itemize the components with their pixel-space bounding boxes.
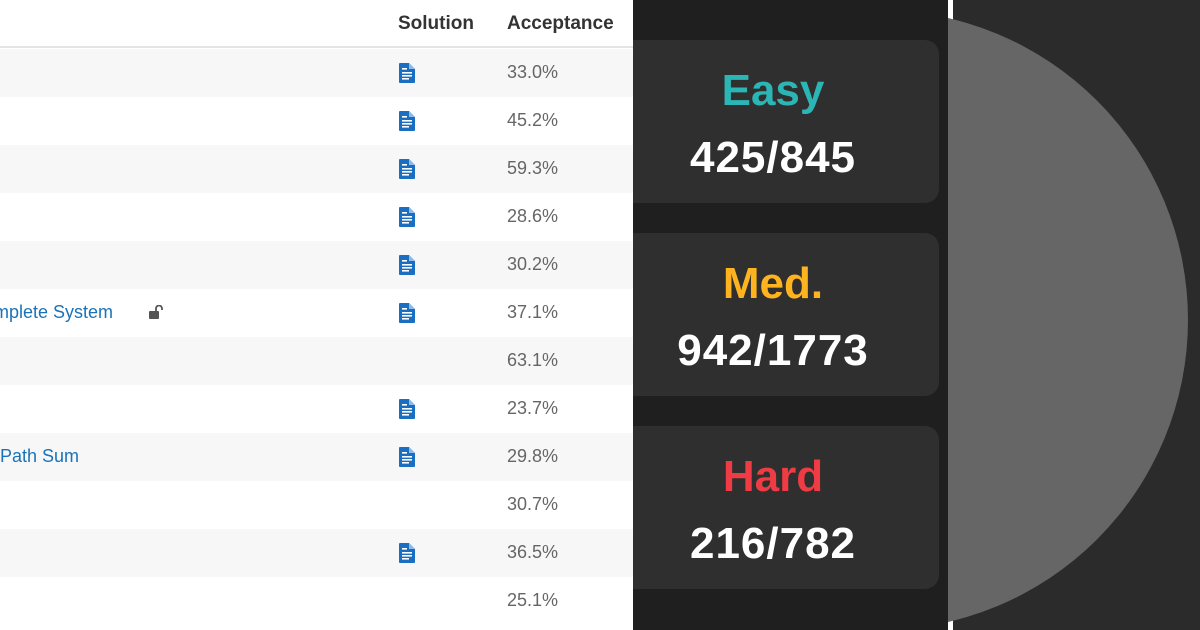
problem-title-link[interactable]: mplete System bbox=[0, 302, 113, 323]
acceptance-rate: 30.2% bbox=[507, 254, 559, 274]
table-row[interactable]: 45.2% bbox=[0, 97, 633, 145]
solution-doc-icon[interactable] bbox=[399, 447, 415, 467]
acceptance-rate: 59.3% bbox=[507, 158, 559, 178]
acceptance-rate: 33.0% bbox=[507, 62, 559, 82]
problem-title-link[interactable]: Path Sum bbox=[0, 446, 79, 467]
solution-doc-icon[interactable] bbox=[399, 207, 415, 227]
solution-doc-icon[interactable] bbox=[399, 303, 415, 323]
acceptance-rate: 45.2% bbox=[507, 110, 559, 130]
acceptance-rate: 25.1% bbox=[507, 590, 559, 610]
hard-label: Hard bbox=[722, 452, 824, 501]
acceptance-rate: 23.7% bbox=[507, 398, 559, 418]
difficulty-stats: Easy 425/845 Med. 942/1773 Hard 216/782 bbox=[633, 0, 948, 630]
table-row[interactable]: 30.2% bbox=[0, 241, 633, 289]
acceptance-rate: 36.5% bbox=[507, 542, 559, 562]
progress-ring bbox=[948, 18, 1188, 622]
solution-doc-icon[interactable] bbox=[399, 111, 415, 131]
progress-ring-disc bbox=[948, 18, 1188, 622]
table-row[interactable]: 59.3% bbox=[0, 145, 633, 193]
easy-card: Easy 425/845 bbox=[633, 40, 939, 203]
unlock-icon bbox=[149, 305, 163, 319]
easy-count: 425/845 bbox=[689, 133, 857, 182]
acceptance-rate: 37.1% bbox=[507, 302, 559, 322]
solution-doc-icon[interactable] bbox=[399, 399, 415, 419]
acceptance-rate: 63.1% bbox=[507, 350, 559, 370]
table-row[interactable]: 25.1% bbox=[0, 577, 633, 625]
solution-doc-icon[interactable] bbox=[399, 543, 415, 563]
table-row[interactable]: mplete System 37.1% bbox=[0, 289, 633, 337]
hard-card: Hard 216/782 bbox=[633, 426, 939, 589]
table-header: Solution Acceptance bbox=[0, 0, 633, 48]
table-row[interactable]: 23.7% bbox=[0, 385, 633, 433]
progress-ring-panel bbox=[948, 0, 1200, 630]
table-row[interactable]: 30.7% bbox=[0, 481, 633, 529]
table-row[interactable]: Path Sum 29.8% bbox=[0, 433, 633, 481]
easy-label: Easy bbox=[721, 66, 825, 115]
table-row[interactable]: 28.6% bbox=[0, 193, 633, 241]
acceptance-rate: 28.6% bbox=[507, 206, 559, 226]
table-row[interactable]: 33.0% bbox=[0, 49, 633, 97]
solution-doc-icon[interactable] bbox=[399, 63, 415, 83]
column-header-solution[interactable]: Solution bbox=[398, 13, 474, 35]
medium-card: Med. 942/1773 bbox=[633, 233, 939, 396]
hard-count: 216/782 bbox=[689, 519, 857, 568]
table-row[interactable]: 63.1% bbox=[0, 337, 633, 385]
table-body: 33.0% 45.2% 59.3% 28.6% 30.2% mplete System 37… bbox=[0, 49, 633, 625]
problem-table: Solution Acceptance 33.0% 45.2% 59.3% 28.6%… bbox=[0, 0, 633, 630]
solution-doc-icon[interactable] bbox=[399, 255, 415, 275]
column-header-acceptance[interactable]: Acceptance bbox=[507, 13, 614, 35]
table-row[interactable]: 36.5% bbox=[0, 529, 633, 577]
medium-label: Med. bbox=[722, 259, 824, 308]
medium-count: 942/1773 bbox=[677, 326, 869, 375]
acceptance-rate: 30.7% bbox=[507, 494, 559, 514]
solution-doc-icon[interactable] bbox=[399, 159, 415, 179]
acceptance-rate: 29.8% bbox=[507, 446, 559, 466]
